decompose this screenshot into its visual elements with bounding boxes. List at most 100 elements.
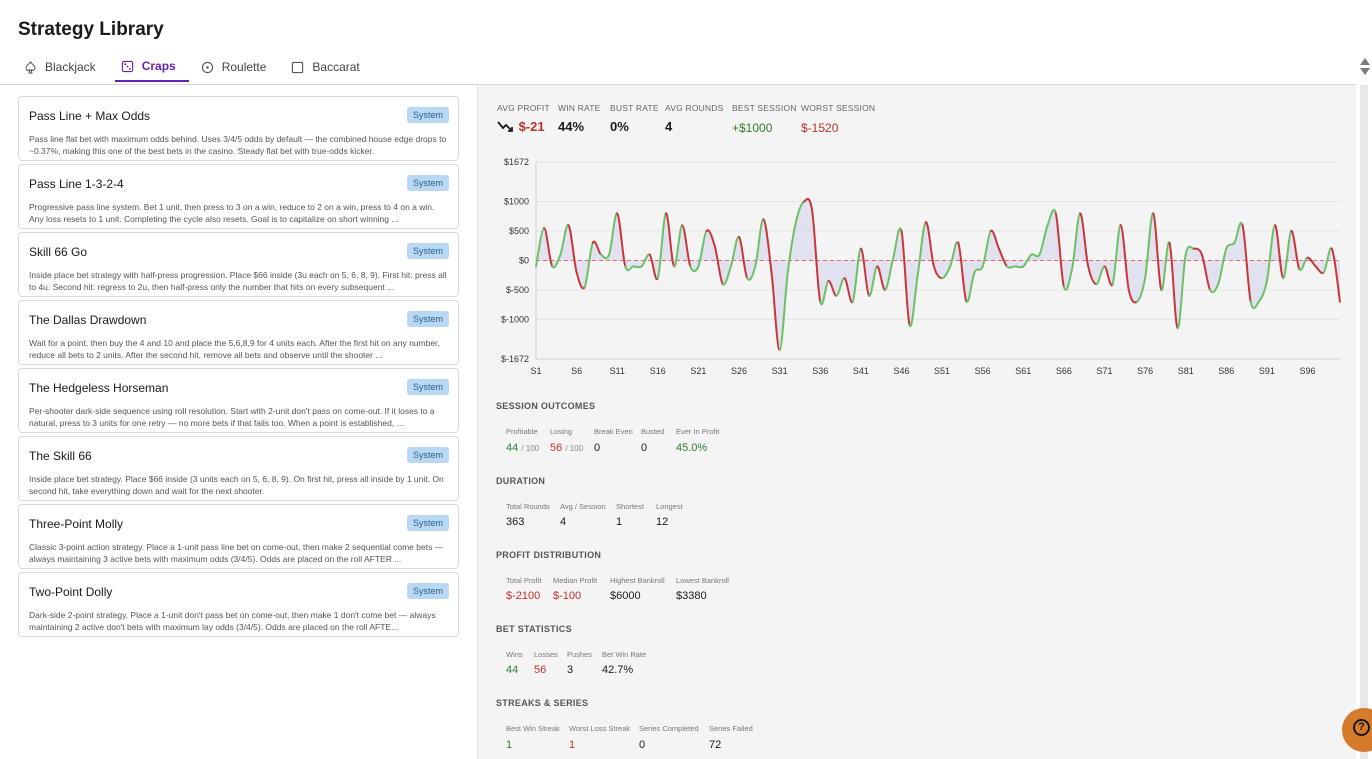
scroll-up-icon[interactable]	[1360, 58, 1370, 65]
best-session-label: BEST SESSION	[732, 103, 797, 113]
strategy-title: Pass Line 1-3-2-4	[29, 177, 124, 191]
y-tick-label: $0	[519, 256, 529, 266]
metric-label: Ever In Profit	[676, 427, 720, 436]
metric-label: Pushes	[567, 650, 593, 659]
scroll-down-icon[interactable]	[1360, 68, 1370, 75]
wins-value: 44	[506, 664, 519, 676]
x-tick-label: S11	[610, 366, 625, 376]
x-tick-label: S16	[650, 366, 666, 376]
scrollbar-thumb[interactable]	[1360, 85, 1368, 759]
roulette-icon	[201, 61, 213, 73]
strategy-card[interactable]: Three-Point Molly System Classic 3-point…	[18, 504, 459, 569]
x-tick-label: S76	[1137, 366, 1153, 376]
page-scrollbar[interactable]	[1356, 85, 1372, 759]
x-tick-label: S66	[1056, 366, 1072, 376]
metric-label: Losses	[534, 650, 558, 659]
metric-label: Highest Bankroll	[610, 576, 665, 585]
pushes-value: 3	[567, 664, 574, 676]
worst-session-value: $-1520	[801, 121, 839, 135]
x-tick-label: S21	[690, 366, 706, 376]
metric-label: Profitable	[506, 427, 538, 436]
strategy-card[interactable]: Skill 66 Go System Inside place bet stra…	[18, 232, 459, 297]
section-title: PROFIT DISTRIBUTION	[496, 550, 602, 560]
strategy-description: Dark-side 2-point strategy. Place a 1-un…	[29, 610, 436, 632]
strategy-description: Inside place bet strategy with half-pres…	[29, 270, 447, 292]
strategy-title: Pass Line + Max Odds	[29, 109, 151, 123]
strategy-description: Progressive pass line system. Bet 1 unit…	[29, 202, 435, 224]
metric-label: Break Even	[594, 427, 633, 436]
strategy-card[interactable]: The Skill 66 System Inside place bet str…	[18, 436, 459, 501]
best-win-streak-value: 1	[506, 739, 513, 751]
metric-label: Avg / Session	[560, 502, 606, 511]
series-segment	[1006, 265, 1017, 269]
x-tick-label: S86	[1218, 366, 1234, 376]
strategy-description: Wait for a point, then buy the 4 and 10 …	[29, 338, 440, 360]
strategy-card[interactable]: The Dallas Drawdown System Wait for a po…	[18, 300, 459, 365]
win-rate-value: 44%	[558, 119, 585, 134]
x-tick-label: S31	[772, 366, 788, 376]
y-tick-label: $-1672	[501, 354, 529, 364]
section-title: STREAKS & SERIES	[496, 698, 589, 708]
x-tick-label: S56	[975, 366, 991, 376]
profitable-value: 44 / 100	[506, 442, 539, 454]
x-tick-label: S1	[530, 366, 541, 376]
strategy-card[interactable]: Two-Point Dolly System Dark-side 2-point…	[18, 572, 459, 637]
strategy-title: The Hedgeless Horseman	[29, 381, 169, 395]
x-tick-label: S51	[934, 366, 950, 376]
losses-value: 56	[534, 664, 547, 676]
series-segment	[632, 265, 643, 269]
x-tick-label: S6	[571, 366, 582, 376]
metric-label: Best Win Streak	[506, 724, 560, 733]
strategy-card[interactable]: The Hedgeless Horseman System Per-shoote…	[18, 368, 459, 433]
strategy-card[interactable]: Pass Line 1-3-2-4 System Progressive pas…	[18, 164, 459, 229]
avg-profit-label: AVG PROFIT	[497, 103, 550, 113]
losing-count: 56	[550, 442, 563, 454]
page-title: Strategy Library	[18, 19, 164, 40]
metric-label: Bet Win Rate	[602, 650, 647, 659]
tab-blackjack[interactable]: Blackjack	[18, 52, 109, 82]
x-tick-label: S61	[1015, 366, 1031, 376]
system-badge: System	[406, 311, 449, 327]
best-session-value: +$1000	[732, 121, 773, 135]
total-profit-value: $-2100	[506, 590, 541, 602]
series-failed-value: 72	[709, 739, 722, 751]
y-tick-label: $-1000	[501, 314, 529, 324]
busted-value: 0	[641, 442, 648, 454]
x-tick-label: S26	[731, 366, 747, 376]
win-rate-label: WIN RATE	[558, 103, 601, 113]
avg-profit-value: $-21	[497, 119, 545, 134]
metric-label: Lowest Bankroll	[676, 576, 729, 585]
trend-down-icon	[497, 121, 513, 132]
tab-baccarat[interactable]: Baccarat	[285, 52, 372, 82]
strategy-title: Three-Point Molly	[29, 517, 124, 531]
x-tick-label: S71	[1096, 366, 1112, 376]
section-title: SESSION OUTCOMES	[496, 401, 596, 411]
system-badge: System	[406, 379, 449, 395]
strategy-description: Inside place bet strategy. Place $66 ins…	[29, 474, 444, 496]
spade-icon	[25, 60, 36, 74]
metric-label: Series Failed	[709, 724, 753, 733]
strategy-title: The Skill 66	[29, 449, 92, 463]
strategy-title: Two-Point Dolly	[29, 585, 113, 599]
help-icon: ?	[1353, 719, 1370, 736]
metric-label: Worst Loss Streak	[569, 724, 631, 733]
x-tick-label: S46	[893, 366, 909, 376]
avg-rounds-value: 4	[665, 119, 673, 134]
system-badge: System	[406, 175, 449, 191]
tab-roulette[interactable]: Roulette	[195, 52, 280, 82]
x-tick-label: S41	[853, 366, 869, 376]
bust-rate-label: BUST RATE	[610, 103, 659, 113]
longest-value: 12	[656, 516, 669, 528]
strategy-detail-panel: AVG PROFIT $-21 WIN RATE 44% BUST RATE 0…	[477, 85, 1356, 759]
ever-in-profit-value: 45.0%	[676, 442, 708, 454]
shortest-value: 1	[616, 516, 623, 528]
tab-label: Baccarat	[312, 60, 360, 74]
metric-label: Shortest	[616, 502, 644, 511]
tab-craps[interactable]: Craps	[114, 52, 189, 82]
y-tick-label: $1000	[504, 197, 529, 207]
x-tick-label: S81	[1178, 366, 1194, 376]
lowest-bankroll-value: $3380	[676, 590, 707, 602]
highest-bankroll-value: $6000	[610, 590, 641, 602]
strategy-card[interactable]: Pass Line + Max Odds System Pass line fl…	[18, 96, 459, 161]
tabs-scroll-arrows[interactable]	[1360, 58, 1370, 78]
